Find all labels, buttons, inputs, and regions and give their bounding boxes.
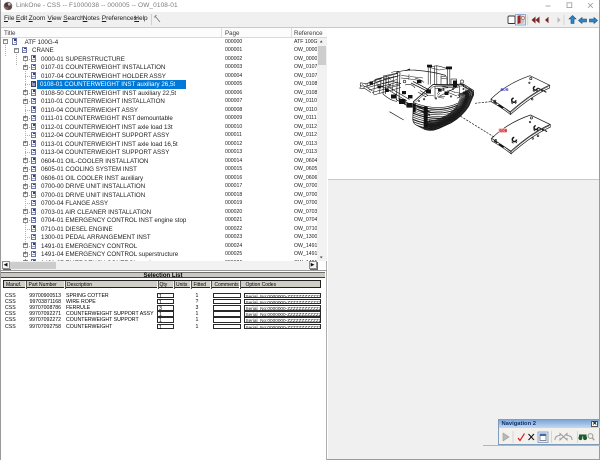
svg-text:606: 606 (499, 128, 507, 134)
svg-text:606: 606 (501, 87, 509, 93)
